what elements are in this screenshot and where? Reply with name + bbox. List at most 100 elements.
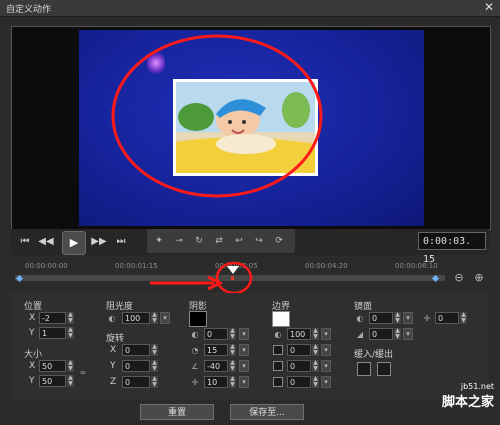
shadow-distance-dropdown[interactable]: ▾ [239,376,249,388]
save-to-button[interactable]: 保存至... [230,404,304,420]
shadow-opacity-stepper[interactable]: ▲ ▼ [229,328,236,340]
position-x-stepper[interactable]: ▲ ▼ [67,312,74,324]
border-blur-field[interactable]: 0 [287,360,311,372]
opacity-dropdown[interactable]: ▾ [160,312,170,324]
video-frame [79,30,424,226]
zoom-out-icon[interactable]: ⊖ [452,271,466,285]
position-y-stepper[interactable]: ▲ ▼ [67,327,74,339]
end-keyframe[interactable] [431,274,440,283]
play-button[interactable]: ▶ [62,231,86,255]
tick-label: 00:00:01:15 [115,262,158,270]
mirror-opacity-stepper[interactable]: ▲ ▼ [394,312,401,324]
mirror-fade-field[interactable]: 0 [369,328,393,340]
border-opacity-field[interactable]: 100 [287,328,311,340]
size-x-label: X [29,361,36,371]
mirror-offset-field[interactable]: 0 [435,312,459,324]
size-y-label: Y [29,376,35,386]
move-right-keyframe-icon[interactable]: ↪ [251,233,267,249]
swap-keyframe-icon[interactable]: ⇄ [211,233,227,249]
rotation-y-field[interactable]: 0 [122,360,150,372]
shadow-blur-stepper[interactable]: ▲ ▼ [229,344,236,356]
border-color2-dropdown[interactable]: ▾ [321,376,331,388]
start-keyframe[interactable] [15,274,24,283]
shadow-angle-dropdown[interactable]: ▾ [239,360,249,372]
border-opacity-icon: ◐ [274,330,282,339]
mirror-offset-stepper[interactable]: ▲ ▼ [460,312,467,324]
border-blur-stepper[interactable]: ▲ ▼ [312,360,319,372]
link-icon[interactable]: ∞ [78,368,88,378]
border-color-swatch[interactable] [272,311,290,327]
border-blur-icon [273,361,283,371]
opacity-field[interactable]: 100 [122,312,150,324]
shadow-blur-dropdown[interactable]: ▾ [239,344,249,356]
border-blur-dropdown[interactable]: ▾ [321,360,331,372]
rotation-z-stepper[interactable]: ▲ ▼ [151,376,158,388]
shadow-angle-stepper[interactable]: ▲ ▼ [229,360,236,372]
opacity-label: 阻光度 [106,302,134,312]
shadow-color-swatch[interactable] [189,311,207,327]
tick-label: 00:00:06:10 [395,262,438,270]
size-y-field[interactable]: 50 [39,375,66,387]
position-y-field[interactable]: 1 [39,327,66,339]
shadow-opacity-dropdown[interactable]: ▾ [239,328,249,340]
border-width-icon [273,345,283,355]
move-left-keyframe-icon[interactable]: ↩ [231,233,247,249]
title-bar: 自定义动作 ✕ [0,0,500,17]
reset-keyframe-icon[interactable]: ⟳ [271,233,287,249]
zoom-in-icon[interactable]: ⊕ [472,271,486,285]
go-end-button[interactable]: ⏭ [113,234,129,250]
border-width-stepper[interactable]: ▲ ▼ [312,344,319,356]
size-label: 大小 [24,350,43,360]
rotation-x-field[interactable]: 0 [122,344,150,356]
preview-area [11,26,491,230]
rotation-z-label: Z [110,377,117,387]
mirror-fade-stepper[interactable]: ▲ ▼ [394,328,401,340]
add-keyframe-icon[interactable]: ✦ [151,233,167,249]
opacity-stepper[interactable]: ▲ ▼ [151,312,158,324]
go-start-button[interactable]: ⏮ [17,234,33,250]
next-frame-button[interactable]: ▶▶ [91,234,107,250]
reset-button[interactable]: 重置 [140,404,214,420]
shadow-angle-icon: ∠ [191,362,199,371]
tick-label: 00:00:04:20 [305,262,348,270]
shadow-distance-stepper[interactable]: ▲ ▼ [229,376,236,388]
rotation-y-stepper[interactable]: ▲ ▼ [151,360,158,372]
rotation-label: 旋转 [106,334,125,344]
mirror-fade-dropdown[interactable]: ▾ [403,328,413,340]
border-opacity-dropdown[interactable]: ▾ [321,328,331,340]
border-color2-field[interactable]: 0 [287,376,311,388]
red-ellipse-annotation [111,34,323,198]
size-x-field[interactable]: 50 [39,360,66,372]
timecode-field[interactable]: 0:00:03. 15 [418,232,486,265]
watermark: jb51.net 脚本之家 [442,382,494,410]
border-width-dropdown[interactable]: ▾ [321,344,331,356]
mirror-fade-icon: ◢ [356,330,364,339]
window-title: 自定义动作 [6,5,52,15]
border-opacity-stepper[interactable]: ▲ ▼ [312,328,319,340]
rotation-x-label: X [110,345,117,355]
rotation-z-field[interactable]: 0 [122,376,150,388]
close-icon[interactable]: ✕ [482,1,496,14]
size-x-stepper[interactable]: ▲ ▼ [67,360,74,372]
border-width-field[interactable]: 0 [287,344,311,356]
mirror-opacity-field[interactable]: 0 [369,312,393,324]
ease-out-icon[interactable] [377,362,391,376]
size-y-stepper[interactable]: ▲ ▼ [67,375,74,387]
red-circle-annotation [215,261,253,295]
position-y-label: Y [29,328,35,338]
position-label: 位置 [24,302,43,312]
shadow-distance-field[interactable]: 10 [204,376,228,388]
ease-in-icon[interactable] [357,362,371,376]
position-x-field[interactable]: -2 [39,312,66,324]
shadow-angle-field[interactable]: -40 [204,360,228,372]
prev-frame-button[interactable]: ◀◀ [38,234,54,250]
reverse-keyframe-icon[interactable]: ↻ [191,233,207,249]
shadow-opacity-field[interactable]: 0 [204,328,228,340]
border-color2-stepper[interactable]: ▲ ▼ [312,376,319,388]
mirror-opacity-dropdown[interactable]: ▾ [403,312,413,324]
rotation-x-stepper[interactable]: ▲ ▼ [151,344,158,356]
shadow-blur-field[interactable]: 15 [204,344,228,356]
rotation-y-label: Y [110,361,116,371]
remove-keyframe-icon[interactable]: ⊸ [171,233,187,249]
mirror-opacity-icon: ◐ [356,314,364,323]
